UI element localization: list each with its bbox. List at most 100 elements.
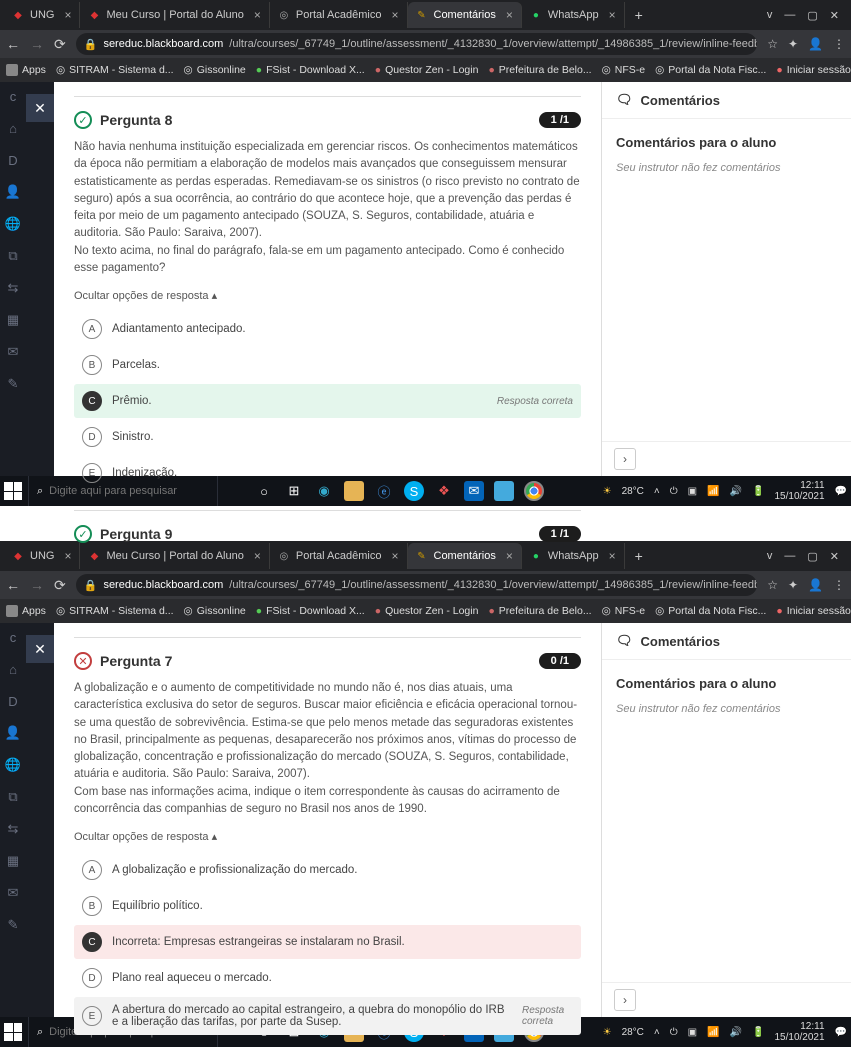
- close-icon[interactable]: ×: [64, 8, 71, 22]
- url-field[interactable]: 🔒 sereduc.blackboard.com/ultra/courses/_…: [76, 574, 757, 596]
- maximize-button[interactable]: ▢: [807, 9, 817, 22]
- next-comment-button[interactable]: ›: [614, 989, 636, 1011]
- globe-icon[interactable]: 🌐: [5, 757, 21, 773]
- rail-icon[interactable]: c: [5, 88, 21, 104]
- mail-icon[interactable]: ✉: [5, 344, 21, 360]
- extension-icon[interactable]: ✦: [788, 578, 798, 592]
- chevron-down-icon[interactable]: v: [767, 9, 773, 22]
- close-icon[interactable]: ×: [254, 8, 261, 22]
- tab-comentarios[interactable]: ✎Comentários×: [408, 543, 522, 569]
- close-icon[interactable]: ×: [506, 549, 513, 563]
- toggle-options[interactable]: Ocultar opções de resposta ▴: [74, 830, 581, 843]
- close-icon[interactable]: ×: [391, 549, 398, 563]
- bookmark-sitram[interactable]: ◎SITRAM - Sistema d...: [56, 605, 174, 617]
- user-icon[interactable]: 👤: [5, 725, 21, 741]
- weather-text[interactable]: 28°C: [622, 1027, 644, 1038]
- chevron-up-icon[interactable]: ˄: [654, 486, 660, 497]
- close-icon[interactable]: ×: [506, 8, 513, 22]
- reload-button[interactable]: ⟳: [54, 36, 66, 53]
- user-icon[interactable]: 👤: [5, 184, 21, 200]
- battery-icon[interactable]: 🔋: [752, 486, 764, 497]
- option-row[interactable]: EIndenização.: [74, 456, 581, 490]
- option-row[interactable]: EA abertura do mercado ao capital estran…: [74, 997, 581, 1035]
- tab-whatsapp[interactable]: ●WhatsApp×: [522, 2, 625, 28]
- start-button[interactable]: [4, 1023, 22, 1041]
- option-row[interactable]: DSinistro.: [74, 420, 581, 454]
- tab-ung[interactable]: ◆UNG×: [4, 2, 80, 28]
- option-row[interactable]: BEquilíbrio político.: [74, 889, 581, 923]
- option-row[interactable]: BParcelas.: [74, 348, 581, 382]
- rail-letter[interactable]: D: [5, 152, 21, 168]
- forward-button[interactable]: →: [30, 36, 44, 52]
- back-button[interactable]: ←: [6, 36, 20, 52]
- toggle-options[interactable]: Ocultar opções de resposta ▴: [74, 289, 581, 302]
- bookmark-portalnota[interactable]: ◎Portal da Nota Fisc...: [655, 64, 766, 76]
- extension-icon[interactable]: ✦: [788, 37, 798, 51]
- close-icon[interactable]: ×: [391, 8, 398, 22]
- rail-icon[interactable]: c: [5, 629, 21, 645]
- copy-icon[interactable]: ⧉: [5, 248, 21, 264]
- tab-ung[interactable]: ◆UNG×: [4, 543, 80, 569]
- rail-letter[interactable]: D: [5, 693, 21, 709]
- share-icon[interactable]: ⇆: [5, 280, 21, 296]
- share-icon[interactable]: ⇆: [5, 821, 21, 837]
- chevron-down-icon[interactable]: v: [767, 550, 773, 563]
- bookmark-asana[interactable]: ●Iniciar sessão - Asana: [776, 605, 851, 617]
- tray-icon[interactable]: ⏻: [670, 486, 678, 497]
- home-icon[interactable]: ⌂: [5, 120, 21, 136]
- menu-icon[interactable]: ⋮: [833, 37, 845, 51]
- clock[interactable]: 12:11 15/10/2021: [774, 480, 824, 502]
- notification-icon[interactable]: 💬: [835, 1027, 847, 1038]
- copy-icon[interactable]: ⧉: [5, 789, 21, 805]
- calendar-icon[interactable]: ▦: [5, 312, 21, 328]
- clock[interactable]: 12:11 15/10/2021: [774, 1021, 824, 1043]
- profile-icon[interactable]: 👤: [808, 37, 823, 51]
- reload-button[interactable]: ⟳: [54, 577, 66, 594]
- close-icon[interactable]: ×: [64, 549, 71, 563]
- bookmark-portalnota[interactable]: ◎Portal da Nota Fisc...: [655, 605, 766, 617]
- tray-icon[interactable]: ⏻: [670, 1027, 678, 1038]
- window-close-button[interactable]: ✕: [830, 550, 839, 563]
- option-row[interactable]: AA globalização e profissionalização do …: [74, 853, 581, 887]
- minimize-button[interactable]: —: [784, 9, 795, 22]
- start-button[interactable]: [4, 482, 22, 500]
- close-icon[interactable]: ×: [609, 549, 616, 563]
- minimize-button[interactable]: —: [784, 550, 795, 563]
- weather-icon[interactable]: ☀: [603, 486, 612, 497]
- window-close-button[interactable]: ✕: [830, 9, 839, 22]
- bookmark-questor[interactable]: ●Questor Zen - Login: [375, 64, 479, 76]
- globe-icon[interactable]: 🌐: [5, 216, 21, 232]
- tab-meucurso[interactable]: ◆Meu Curso | Portal do Aluno×: [80, 543, 269, 569]
- star-icon[interactable]: ☆: [767, 37, 778, 51]
- bookmark-questor[interactable]: ●Questor Zen - Login: [375, 605, 479, 617]
- tray-icon[interactable]: ▣: [688, 1027, 697, 1038]
- calendar-icon[interactable]: ▦: [5, 853, 21, 869]
- volume-icon[interactable]: 🔊: [730, 1027, 742, 1038]
- tab-portal[interactable]: ◎Portal Acadêmico×: [270, 543, 408, 569]
- menu-icon[interactable]: ⋮: [833, 578, 845, 592]
- mail-icon[interactable]: ✉: [5, 885, 21, 901]
- bookmark-fsist[interactable]: ●FSist - Download X...: [256, 605, 365, 617]
- option-row[interactable]: DPlano real aqueceu o mercado.: [74, 961, 581, 995]
- bookmark-nfse[interactable]: ◎NFS-e: [602, 64, 646, 76]
- next-comment-button[interactable]: ›: [614, 448, 636, 470]
- edit-icon[interactable]: ✎: [5, 917, 21, 933]
- close-icon[interactable]: ×: [609, 8, 616, 22]
- tab-portal[interactable]: ◎Portal Acadêmico×: [270, 2, 408, 28]
- close-button[interactable]: ✕: [26, 94, 54, 122]
- bookmark-gissonline[interactable]: ◎Gissonline: [184, 64, 246, 76]
- volume-icon[interactable]: 🔊: [730, 486, 742, 497]
- option-row[interactable]: CPrêmio.Resposta correta: [74, 384, 581, 418]
- tab-comentarios[interactable]: ✎Comentários×: [408, 2, 522, 28]
- close-button[interactable]: ✕: [26, 635, 54, 663]
- apps-button[interactable]: Apps: [6, 64, 46, 76]
- profile-icon[interactable]: 👤: [808, 578, 823, 592]
- notification-icon[interactable]: 💬: [835, 486, 847, 497]
- wifi-icon[interactable]: 📶: [707, 1027, 719, 1038]
- bookmark-nfse[interactable]: ◎NFS-e: [602, 605, 646, 617]
- tab-meucurso[interactable]: ◆Meu Curso | Portal do Aluno×: [80, 2, 269, 28]
- tab-whatsapp[interactable]: ●WhatsApp×: [522, 543, 625, 569]
- edit-icon[interactable]: ✎: [5, 376, 21, 392]
- bookmark-prefeitura[interactable]: ●Prefeitura de Belo...: [488, 64, 591, 76]
- close-icon[interactable]: ×: [254, 549, 261, 563]
